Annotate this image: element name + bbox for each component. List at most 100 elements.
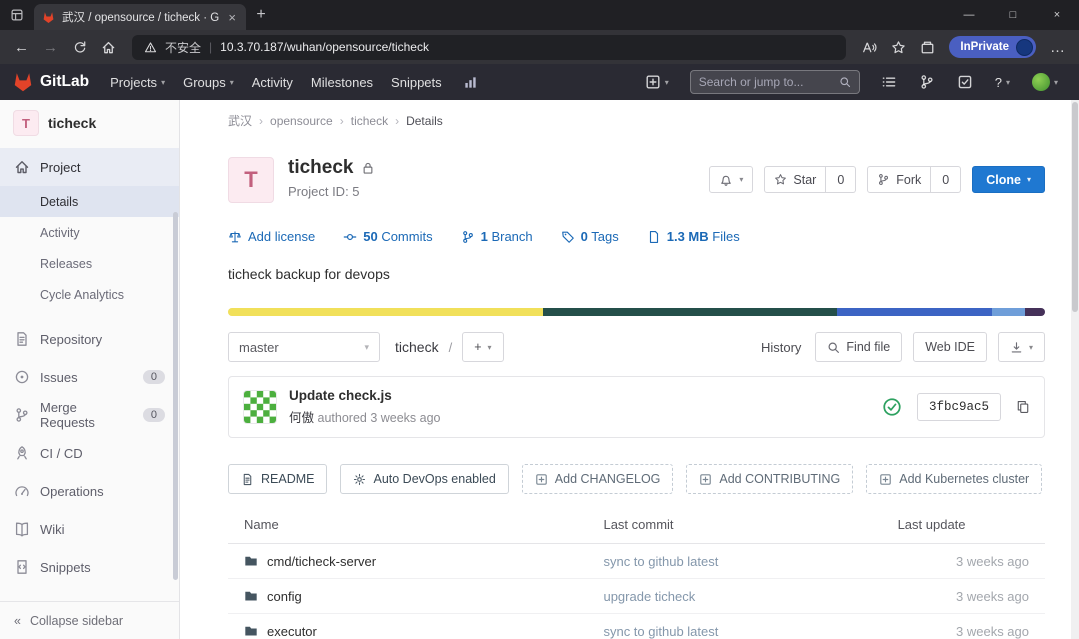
file-row[interactable]: executor sync to github latest 3 weeks a… [228, 614, 1045, 639]
sidebar-item-cicd[interactable]: CI / CD [0, 434, 179, 472]
sidebar-item-issues[interactable]: Issues 0 [0, 358, 179, 396]
scale-icon [228, 230, 242, 244]
find-file-button[interactable]: Find file [815, 332, 902, 362]
favorites-button[interactable] [885, 34, 912, 60]
file-name-link[interactable]: cmd/ticheck-server [267, 554, 376, 569]
sidebar-item-project[interactable]: Project [0, 148, 179, 186]
page-scrollbar[interactable] [1071, 100, 1079, 639]
gitlab-logo[interactable] [12, 71, 34, 93]
download-source-button[interactable]: ▾ [998, 332, 1045, 362]
forward-button[interactable]: → [37, 34, 64, 60]
add-license-link[interactable]: Add license [228, 229, 315, 244]
branches-link[interactable]: 1 Branch [461, 229, 533, 244]
issues-dashboard-button[interactable] [872, 64, 906, 100]
breadcrumb: 武汉 › opensource › ticheck › Details [228, 112, 1045, 129]
star-count[interactable]: 0 [826, 166, 856, 193]
browser-tab[interactable]: 武汉 / opensource / ticheck · Gi × [34, 4, 246, 30]
sidebar-item-snippets[interactable]: Snippets [0, 548, 179, 586]
readme-button[interactable]: README [228, 464, 327, 494]
add-kubernetes-button[interactable]: Add Kubernetes cluster [866, 464, 1042, 494]
merge-request-icon [14, 407, 30, 423]
window-minimize-button[interactable]: — [947, 0, 991, 30]
nav-milestones[interactable]: Milestones [302, 64, 382, 100]
inprivate-badge[interactable]: InPrivate [949, 36, 1036, 58]
sidebar-scrollbar[interactable] [173, 212, 178, 580]
todos-button[interactable] [948, 64, 982, 100]
clone-button[interactable]: Clone ▾ [972, 166, 1045, 193]
commits-link[interactable]: 50 Commits [343, 229, 432, 244]
new-menu-button[interactable]: ▾ [636, 64, 678, 100]
sidebar-item-releases[interactable]: Releases [0, 248, 179, 279]
add-changelog-label: Add CHANGELOG [555, 472, 661, 486]
files-link[interactable]: 1.3 MB Files [647, 229, 740, 244]
back-button[interactable]: ← [8, 34, 35, 60]
breadcrumb-project[interactable]: ticheck [351, 114, 388, 128]
refresh-button[interactable] [66, 34, 93, 60]
collapse-sidebar-button[interactable]: « Collapse sidebar [0, 601, 179, 639]
nav-projects[interactable]: Projects▾ [101, 64, 174, 100]
commit-author-link[interactable]: 何傲 [289, 411, 314, 425]
merge-requests-dashboard-button[interactable] [910, 64, 944, 100]
help-menu-button[interactable]: ?▾ [986, 64, 1019, 100]
browser-home-button[interactable] [95, 34, 122, 60]
star-button[interactable]: Star [764, 166, 826, 193]
collections-button[interactable] [914, 34, 941, 60]
sidebar-item-activity[interactable]: Activity [0, 217, 179, 248]
file-row[interactable]: config upgrade ticheck 3 weeks ago [228, 579, 1045, 614]
tab-title: 武汉 / opensource / ticheck · Gi [62, 9, 219, 25]
branch-selector[interactable]: master ▾ [228, 332, 380, 362]
web-ide-button[interactable]: Web IDE [913, 332, 987, 362]
copy-sha-button[interactable] [1016, 400, 1030, 414]
read-aloud-button[interactable] [856, 34, 883, 60]
address-bar[interactable]: 不安全 | 10.3.70.187/wuhan/opensource/tiche… [132, 35, 846, 60]
user-menu-button[interactable]: ▾ [1023, 64, 1067, 100]
tab-close-icon[interactable]: × [226, 11, 238, 24]
commit-message-link[interactable]: sync to github latest [603, 624, 718, 639]
global-search-input[interactable] [699, 75, 839, 89]
global-search-box[interactable] [690, 70, 860, 94]
plus-square-icon [879, 473, 892, 486]
new-tab-button[interactable]: + [246, 6, 276, 24]
nav-activity[interactable]: Activity [243, 64, 302, 100]
repo-root-link[interactable]: ticheck [395, 339, 439, 355]
sidebar-item-wiki[interactable]: Wiki [0, 510, 179, 548]
nav-groups-label: Groups [183, 75, 226, 90]
tab-actions-button[interactable] [0, 8, 34, 22]
file-name-link[interactable]: executor [267, 624, 317, 639]
window-maximize-button[interactable]: □ [991, 0, 1035, 30]
nav-groups[interactable]: Groups▾ [174, 64, 243, 100]
commit-message-link[interactable]: sync to github latest [603, 554, 718, 569]
notifications-button[interactable]: ▾ [709, 166, 753, 193]
sidebar-item-cycle-analytics[interactable]: Cycle Analytics [0, 279, 179, 310]
file-row[interactable]: cmd/ticheck-server sync to github latest… [228, 544, 1045, 579]
sidebar-item-repository[interactable]: Repository [0, 320, 179, 358]
sidebar-item-details[interactable]: Details [0, 186, 179, 217]
commit-title-link[interactable]: Update check.js [289, 388, 392, 403]
history-button[interactable]: History [758, 340, 804, 355]
gitlab-brand[interactable]: GitLab [40, 73, 89, 91]
breadcrumb-group[interactable]: 武汉 [228, 112, 252, 129]
file-name-link[interactable]: config [267, 589, 302, 604]
nav-snippets[interactable]: Snippets [382, 64, 451, 100]
auto-devops-button[interactable]: Auto DevOps enabled [340, 464, 508, 494]
breadcrumb-subgroup[interactable]: opensource [270, 114, 333, 128]
tags-link[interactable]: 0 Tags [561, 229, 619, 244]
add-file-button[interactable]: + ▾ [462, 332, 503, 362]
window-close-button[interactable]: × [1035, 0, 1079, 30]
chevron-down-icon: ▾ [1027, 175, 1031, 184]
pipeline-status-icon[interactable] [882, 397, 902, 417]
commit-message-link[interactable]: upgrade ticheck [603, 589, 695, 604]
window-controls: — □ × [947, 0, 1079, 30]
fork-button[interactable]: Fork [867, 166, 931, 193]
fork-count[interactable]: 0 [931, 166, 961, 193]
add-contributing-button[interactable]: Add CONTRIBUTING [686, 464, 853, 494]
scrollbar-thumb[interactable] [1072, 102, 1078, 312]
project-actions: ▾ Star 0 Fork 0 [709, 166, 1045, 193]
add-changelog-button[interactable]: Add CHANGELOG [522, 464, 674, 494]
nav-charts-button[interactable] [455, 64, 486, 100]
sidebar-project-header[interactable]: T ticheck [0, 100, 179, 146]
sidebar-item-operations[interactable]: Operations [0, 472, 179, 510]
sidebar-item-merge-requests[interactable]: Merge Requests 0 [0, 396, 179, 434]
language-bar[interactable] [228, 308, 1045, 316]
settings-more-button[interactable]: … [1044, 34, 1071, 60]
